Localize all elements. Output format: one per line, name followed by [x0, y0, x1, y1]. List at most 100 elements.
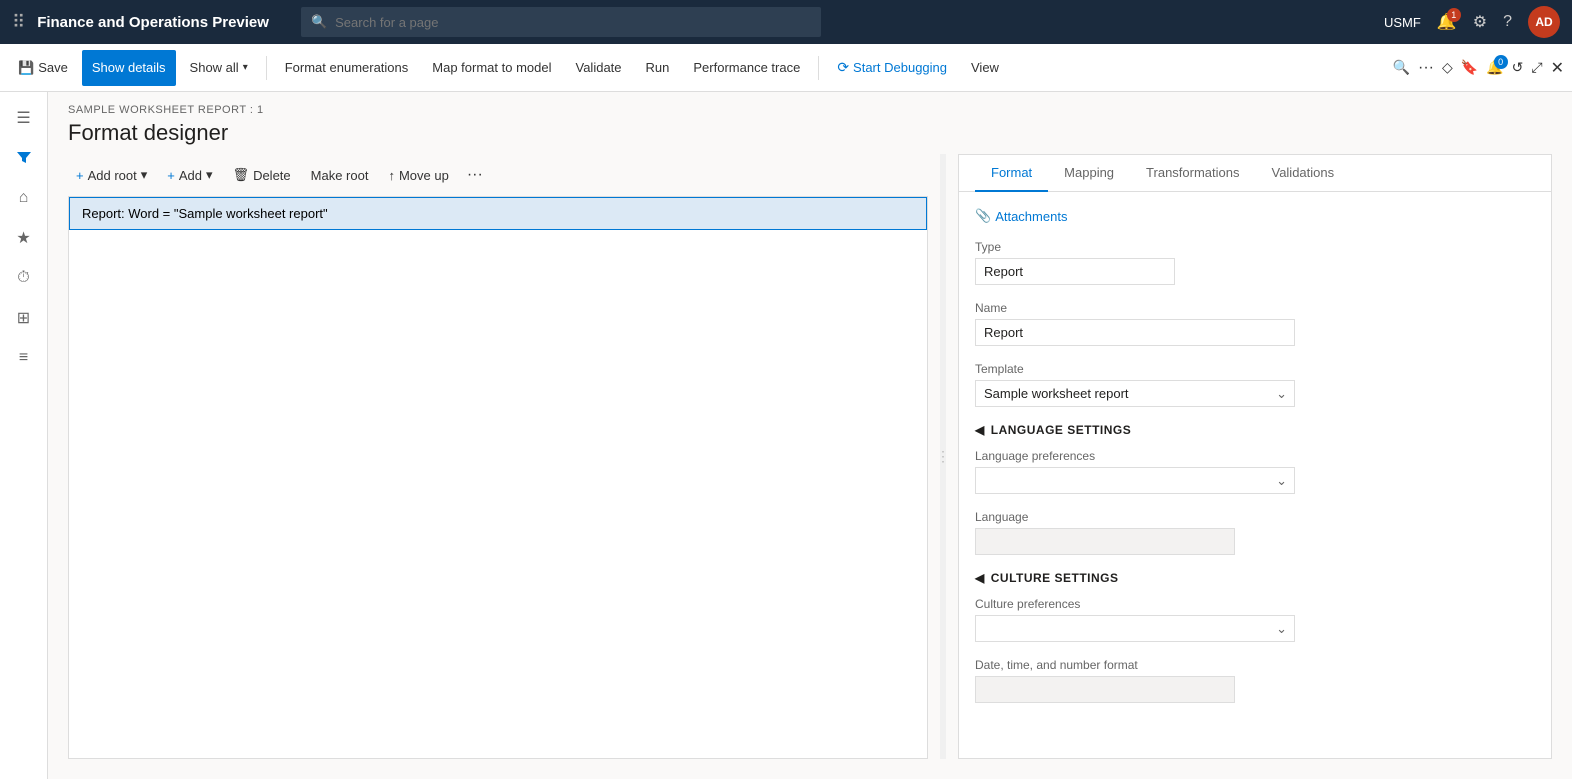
attachments-link[interactable]: 📎 Attachments [975, 208, 1535, 224]
culture-prefs-field-group: Culture preferences [975, 597, 1535, 642]
sidebar-favorites[interactable]: ★ [6, 220, 42, 256]
culture-settings-header[interactable]: ◀ CULTURE SETTINGS [975, 571, 1535, 585]
breadcrumb: SAMPLE WORKSHEET REPORT : 1 [68, 104, 1552, 116]
search-toolbar-icon[interactable]: 🔍 [1393, 59, 1410, 76]
show-details-button[interactable]: Show details [82, 50, 176, 86]
add-root-button[interactable]: + Add root ▾ [68, 163, 155, 187]
validate-button[interactable]: Validate [566, 50, 632, 86]
main-layout: ☰ ⌂ ★ ⏱ ⊞ ≡ SAMPLE WORKSHEET REPORT : 1 … [0, 92, 1572, 779]
language-field-group: Language [975, 510, 1535, 555]
right-panel: Format Mapping Transformations Validatio… [958, 154, 1552, 759]
lang-prefs-field-group: Language preferences [975, 449, 1535, 494]
show-all-button[interactable]: Show all ▾ [180, 50, 258, 86]
add-icon: + [167, 168, 175, 183]
tree-item-label: Report: Word = "Sample worksheet report" [82, 206, 328, 221]
tab-validations[interactable]: Validations [1255, 155, 1350, 192]
search-icon: 🔍 [311, 14, 327, 30]
language-settings-header[interactable]: ◀ LANGUAGE SETTINGS [975, 423, 1535, 437]
move-up-button[interactable]: ↑ Move up [380, 164, 456, 187]
left-sidebar: ☰ ⌂ ★ ⏱ ⊞ ≡ [0, 92, 48, 779]
sidebar-recent[interactable]: ⏱ [6, 260, 42, 296]
topbar-right: USMF 🔔 1 ⚙ ? AD [1384, 6, 1560, 38]
more-options-icon[interactable]: ··· [1418, 59, 1434, 77]
date-time-field-group: Date, time, and number format [975, 658, 1535, 703]
separator-1 [266, 56, 267, 80]
main-content: SAMPLE WORKSHEET REPORT : 1 Format desig… [48, 92, 1572, 779]
culture-prefs-select[interactable] [975, 615, 1295, 642]
lang-prefs-select[interactable] [975, 467, 1295, 494]
save-icon: 💾 [18, 60, 34, 76]
panel-divider[interactable]: ⋮ [940, 154, 946, 759]
type-input[interactable] [975, 258, 1175, 285]
sidebar-filter[interactable] [6, 140, 42, 176]
settings-button[interactable]: ⚙ [1473, 12, 1487, 32]
sidebar-workspaces[interactable]: ⊞ [6, 300, 42, 336]
run-button[interactable]: Run [636, 50, 680, 86]
language-input[interactable] [975, 528, 1235, 555]
tree-item[interactable]: Report: Word = "Sample worksheet report" [69, 197, 927, 230]
lang-prefs-label: Language preferences [975, 449, 1535, 463]
bookmark-icon[interactable]: 🔖 [1461, 59, 1478, 76]
performance-trace-button[interactable]: Performance trace [683, 50, 810, 86]
add-chevron: ▾ [206, 167, 213, 183]
designer-area: + Add root ▾ + Add ▾ 🗑 Delete Make ro [48, 154, 1572, 779]
close-icon[interactable]: ✕ [1551, 58, 1564, 78]
page-title: Format designer [68, 120, 1552, 146]
view-button[interactable]: View [961, 50, 1009, 86]
sidebar-home[interactable]: ⌂ [6, 180, 42, 216]
help-button[interactable]: ? [1503, 13, 1512, 31]
add-root-chevron: ▾ [141, 167, 148, 183]
debug-icon: ⟳ [837, 59, 849, 76]
sidebar-modules[interactable]: ≡ [6, 340, 42, 376]
right-tabs: Format Mapping Transformations Validatio… [959, 155, 1551, 192]
grid-icon[interactable]: ⠿ [12, 12, 25, 33]
add-button[interactable]: + Add ▾ [159, 163, 220, 187]
delete-icon: 🗑 [233, 167, 250, 183]
date-time-input[interactable] [975, 676, 1235, 703]
add-root-icon: + [76, 168, 84, 183]
language-label: Language [975, 510, 1535, 524]
move-up-icon: ↑ [388, 168, 395, 183]
tab-mapping[interactable]: Mapping [1048, 155, 1130, 192]
separator-2 [818, 56, 819, 80]
paperclip-icon: 📎 [975, 208, 991, 224]
template-field-group: Template Sample worksheet report [975, 362, 1535, 407]
name-label: Name [975, 301, 1535, 315]
toolbar: + Add root ▾ + Add ▾ 🗑 Delete Make ro [68, 154, 928, 196]
delete-button[interactable]: 🗑 Delete [225, 163, 299, 187]
tab-transformations[interactable]: Transformations [1130, 155, 1255, 192]
template-select[interactable]: Sample worksheet report [975, 380, 1295, 407]
popout-icon[interactable]: ⤢ [1531, 59, 1542, 76]
tab-format[interactable]: Format [975, 155, 1048, 192]
company-code: USMF [1384, 15, 1421, 30]
page-header: SAMPLE WORKSHEET REPORT : 1 Format desig… [48, 92, 1572, 154]
tree-area: Report: Word = "Sample worksheet report" [68, 196, 928, 759]
culture-collapse-icon: ◀ [975, 571, 985, 585]
app-title: Finance and Operations Preview [37, 14, 269, 31]
badge-count: 0 [1494, 55, 1508, 69]
favorites-add-icon[interactable]: ◇ [1442, 59, 1453, 76]
notification-badge: 1 [1447, 8, 1461, 22]
left-panel: + Add root ▾ + Add ▾ 🗑 Delete Make ro [68, 154, 928, 759]
notifications-button[interactable]: 🔔 1 [1437, 12, 1457, 32]
actionbar: 💾 Save Show details Show all ▾ Format en… [0, 44, 1572, 92]
refresh-icon[interactable]: ↺ [1512, 59, 1524, 76]
template-label: Template [975, 362, 1535, 376]
type-label: Type [975, 240, 1535, 254]
search-input[interactable] [335, 15, 811, 30]
type-field-group: Type [975, 240, 1535, 285]
save-button[interactable]: 💾 Save [8, 50, 78, 86]
date-time-label: Date, time, and number format [975, 658, 1535, 672]
name-field-group: Name [975, 301, 1535, 346]
start-debugging-button[interactable]: ⟳ Start Debugging [827, 50, 957, 86]
user-avatar[interactable]: AD [1528, 6, 1560, 38]
format-enumerations-button[interactable]: Format enumerations [275, 50, 419, 86]
search-box: 🔍 [301, 7, 821, 37]
name-input[interactable] [975, 319, 1295, 346]
sidebar-hamburger[interactable]: ☰ [6, 100, 42, 136]
right-content: 📎 Attachments Type Name Template [959, 192, 1551, 758]
make-root-button[interactable]: Make root [303, 164, 377, 187]
more-button[interactable]: ··· [461, 162, 489, 188]
language-collapse-icon: ◀ [975, 423, 985, 437]
map-format-button[interactable]: Map format to model [422, 50, 561, 86]
